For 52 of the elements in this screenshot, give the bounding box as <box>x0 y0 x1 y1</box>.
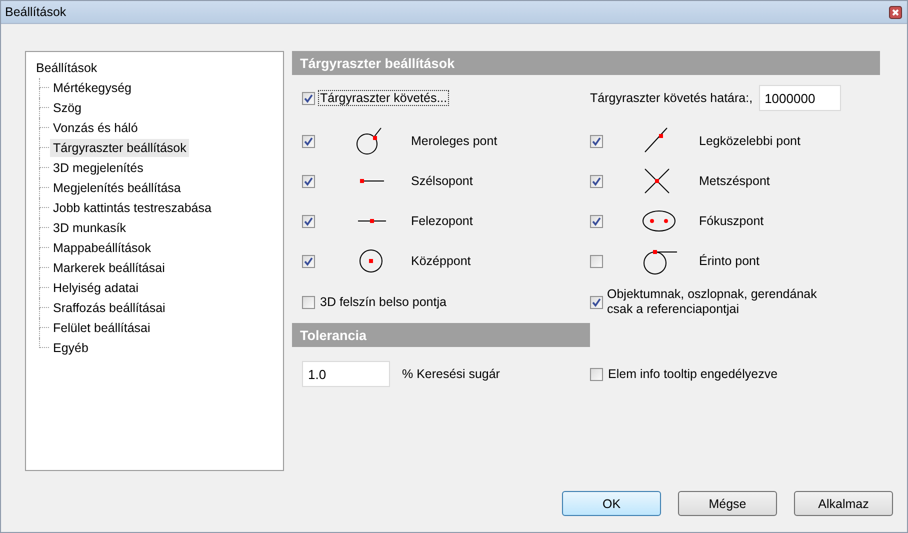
close-icon[interactable] <box>889 6 902 18</box>
window-title: Beállítások <box>5 5 66 19</box>
tree-item[interactable]: Mértékegység <box>50 79 135 97</box>
option-label: Elem info tooltip engedélyezve <box>607 367 779 381</box>
option-label: Objektumnak, oszlopnak, gerendának csak a referenciapontjai <box>607 287 818 317</box>
checkbox[interactable] <box>302 134 315 148</box>
dialog-button[interactable]: Mégse <box>678 491 777 516</box>
limit-field[interactable]: 1000000 <box>758 85 841 111</box>
tree-item[interactable]: 3D munkasík <box>50 219 129 237</box>
checkbox[interactable] <box>302 214 315 228</box>
section-header: Tolerancia <box>292 323 590 347</box>
option-label: Metszéspont <box>699 174 770 188</box>
tree-item[interactable]: Markerek beállításai <box>50 259 168 277</box>
checkbox[interactable] <box>590 368 603 380</box>
checkbox[interactable] <box>302 254 315 268</box>
option-label: Szélsopont <box>411 174 473 188</box>
checkbox[interactable] <box>590 134 603 148</box>
checkbox[interactable] <box>590 174 603 188</box>
checkbox[interactable] <box>590 296 603 308</box>
option-label: Középpont <box>411 254 471 268</box>
tree-item[interactable]: Jobb kattintás testreszabása <box>50 199 214 217</box>
tree-item[interactable]: Szög <box>50 99 84 117</box>
tree-item[interactable]: Mappabeállítások <box>50 239 154 257</box>
checkbox[interactable] <box>302 296 315 308</box>
tree-item[interactable]: Tárgyraszter beállítások <box>50 139 190 157</box>
field-label: Tárgyraszter követés határa:, <box>590 91 753 105</box>
checkbox[interactable] <box>590 254 603 268</box>
line-endpoint-icon <box>360 178 384 184</box>
dialog-button[interactable]: Alkalmaz <box>794 491 893 516</box>
option-label: 3D felszín belso pontja <box>319 295 448 309</box>
option-label: Meroleges pont <box>411 134 498 148</box>
option-label: Fókuszpont <box>699 214 764 228</box>
tree-item[interactable]: Sraffozás beállításai <box>50 299 168 317</box>
section-header: Tárgyraszter beállítások <box>292 51 880 75</box>
option-label: Legközelebbi pont <box>699 134 800 148</box>
tree-item[interactable]: Megjelenítés beállítása <box>50 179 184 197</box>
checkbox[interactable] <box>302 174 315 188</box>
line-midpoint-icon <box>358 218 386 224</box>
option-label: Tárgyraszter követés... <box>319 91 448 105</box>
tree-root[interactable]: Beállítások <box>34 58 283 78</box>
dialog-button[interactable]: OK <box>562 491 661 516</box>
checkbox[interactable] <box>302 92 315 104</box>
tree-item[interactable]: 3D megjelenítés <box>50 159 146 177</box>
tree-item[interactable]: Egyéb <box>50 339 92 357</box>
field-label: % Keresési sugár <box>402 367 500 381</box>
tree-item[interactable]: Felület beállításai <box>50 319 154 337</box>
checkbox[interactable] <box>590 214 603 228</box>
tolerance-field[interactable]: 1.0 <box>302 361 390 387</box>
tree-item[interactable]: Vonzás és háló <box>50 119 141 137</box>
tree-item[interactable]: Helyiség adatai <box>50 279 142 297</box>
option-label: Felezopont <box>411 214 473 228</box>
option-label: Érinto pont <box>699 254 760 268</box>
